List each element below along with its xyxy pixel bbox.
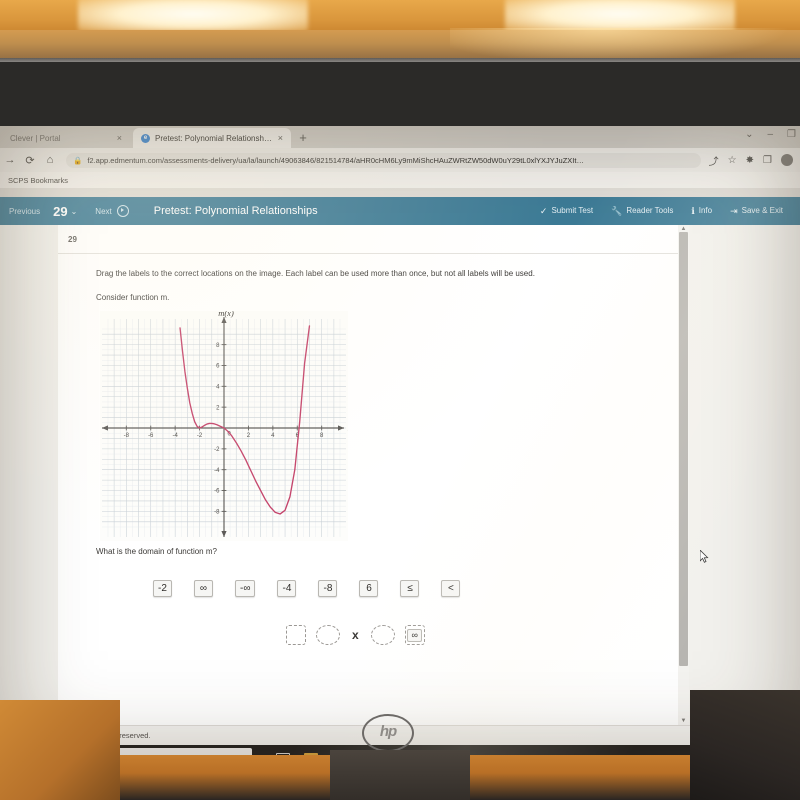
drop-zone-square[interactable] xyxy=(286,625,306,645)
scroll-down-arrow-icon[interactable]: ▼ xyxy=(679,717,688,725)
info-label: Info xyxy=(698,206,713,215)
screen: Clever | Portal × e Pretest: Polynomial … xyxy=(0,126,800,759)
desk-right xyxy=(690,690,800,800)
browser-tab-inactive[interactable]: Clever | Portal × xyxy=(2,128,130,148)
monitor: Clever | Portal × e Pretest: Polynomial … xyxy=(0,62,800,800)
drop-zone-square[interactable]: ∞ xyxy=(404,625,425,645)
drag-label-tile[interactable]: < xyxy=(441,580,461,597)
browser-tabstrip: Clever | Portal × e Pretest: Polynomial … xyxy=(0,126,800,148)
browser-tab-active[interactable]: e Pretest: Polynomial Relationships × xyxy=(133,128,291,148)
svg-text:-8: -8 xyxy=(214,510,220,516)
bookmarks-bar: SCPS Bookmarks xyxy=(0,172,800,188)
drag-label-tile[interactable]: -2 xyxy=(153,580,172,597)
vendor-logo: hp xyxy=(362,714,414,752)
url-text: f2.app.edmentum.com/assessments-delivery… xyxy=(87,155,584,165)
page-title: Pretest: Polynomial Relationships xyxy=(153,205,318,217)
bookmark-star-icon[interactable]: ☆ xyxy=(728,155,737,166)
drop-zone-row: x ∞ xyxy=(286,625,425,645)
page-gutter xyxy=(0,188,800,197)
svg-text:-6: -6 xyxy=(214,489,220,495)
tab-title: Pretest: Polynomial Relationships xyxy=(155,133,273,143)
nav-group: Previous 29 ⌄ Next xyxy=(0,204,129,219)
drag-label-tile[interactable]: -4 xyxy=(277,580,297,597)
question-instructions: Drag the labels to the correct locations… xyxy=(96,269,535,278)
save-and-exit-label: Save & Exit xyxy=(741,206,783,215)
drop-zone-circle[interactable] xyxy=(370,625,395,645)
side-panel-icon[interactable]: ❐ xyxy=(763,155,772,166)
lock-icon: 🔒 xyxy=(73,155,83,165)
check-circle-icon: ✓ xyxy=(539,206,548,216)
svg-text:-8: -8 xyxy=(124,433,130,439)
previous-button[interactable]: Previous xyxy=(0,207,49,216)
info-icon: ℹ xyxy=(691,206,695,216)
question-prompt: What is the domain of function m? xyxy=(96,547,217,556)
mouse-cursor-icon xyxy=(700,550,709,563)
extensions-icon[interactable]: ✸ xyxy=(746,155,754,166)
edmentum-favicon-icon: e xyxy=(141,133,150,143)
drop-zone-circle[interactable] xyxy=(316,625,340,645)
desk-left xyxy=(0,700,120,800)
maximize-icon[interactable]: ❐ xyxy=(787,129,796,140)
chevron-down-icon[interactable]: ⌄ xyxy=(68,207,80,216)
share-icon[interactable]: ⤴ xyxy=(709,153,719,168)
save-and-exit-button[interactable]: ⇥ Save & Exit xyxy=(721,197,792,225)
question-consider-text: Consider function m. xyxy=(96,293,170,302)
address-bar[interactable]: 🔒 f2.app.edmentum.com/assessments-delive… xyxy=(66,152,701,168)
question-number-display: 29 xyxy=(53,203,68,219)
exit-icon: ⇥ xyxy=(730,206,738,216)
info-button[interactable]: ℹ Info xyxy=(682,197,721,225)
question-content: 29 Drag the labels to the correct locati… xyxy=(58,225,678,725)
chevron-down-icon[interactable]: ⌄ xyxy=(745,129,753,140)
drag-label-tile[interactable]: -8 xyxy=(318,580,338,597)
svg-text:x: x xyxy=(347,424,348,433)
reader-tools-label: Reader Tools xyxy=(626,206,674,215)
submit-test-button[interactable]: ✓ Submit Test xyxy=(531,197,602,225)
svg-text:m(x): m(x) xyxy=(218,311,234,318)
next-arrow-icon[interactable] xyxy=(116,205,129,217)
bookmark-folder-scps[interactable]: SCPS Bookmarks xyxy=(8,176,68,185)
svg-text:-4: -4 xyxy=(214,468,220,474)
svg-text:-6: -6 xyxy=(148,433,154,439)
drag-label-tile[interactable]: 6 xyxy=(359,580,379,597)
graph-svg: -8-6-4-2024688642-2-4-6-8m(x)x xyxy=(100,308,352,541)
home-icon[interactable]: ⌂ xyxy=(40,154,60,166)
tab-title: Clever | Portal xyxy=(10,133,61,143)
question-badge: 29 xyxy=(68,235,77,244)
svg-text:-2: -2 xyxy=(197,433,203,439)
svg-text:-4: -4 xyxy=(172,433,178,439)
monitor-stand xyxy=(330,750,470,800)
drag-label-tile[interactable]: ≤ xyxy=(400,580,420,597)
drag-label-tile[interactable]: ∞ xyxy=(194,580,213,597)
close-icon[interactable]: × xyxy=(278,133,283,143)
browser-toolbar: → ⟳ ⌂ 🔒 f2.app.edmentum.com/assessments-… xyxy=(0,148,800,172)
variable-x-label: x xyxy=(352,628,359,642)
window-controls: ⌄ – ❐ xyxy=(745,129,796,140)
close-icon[interactable]: × xyxy=(117,133,122,143)
reload-icon[interactable]: ⟳ xyxy=(20,154,40,167)
ceiling-light-left xyxy=(78,0,308,32)
divider xyxy=(58,253,678,254)
function-graph: -8-6-4-2024688642-2-4-6-8m(x)x xyxy=(100,308,352,541)
svg-text:-2: -2 xyxy=(214,447,220,453)
scrollbar-thumb[interactable] xyxy=(679,232,688,666)
new-tab-button[interactable]: + xyxy=(295,130,311,146)
forward-icon[interactable]: → xyxy=(0,154,20,166)
header-actions: ✓ Submit Test 🔧 Reader Tools ℹ Info ⇥ Sa… xyxy=(531,197,800,225)
photo-scene: Clever | Portal × e Pretest: Polynomial … xyxy=(0,0,800,800)
next-button[interactable]: Next xyxy=(79,207,111,216)
avatar[interactable] xyxy=(781,154,793,166)
dropped-label[interactable]: ∞ xyxy=(407,628,423,642)
assessment-header: Previous 29 ⌄ Next Pretest: Polynomial R… xyxy=(0,197,800,225)
wrench-icon: 🔧 xyxy=(611,206,623,216)
drag-label-bank: -2 ∞ -∞ -4 -8 6 ≤ < xyxy=(153,580,461,597)
drag-label-tile[interactable]: -∞ xyxy=(235,580,256,597)
reader-tools-button[interactable]: 🔧 Reader Tools xyxy=(602,197,682,225)
toolbar-icons: ⤴ ☆ ✸ ❐ xyxy=(709,153,800,168)
minimize-icon[interactable]: – xyxy=(767,129,773,140)
submit-test-label: Submit Test xyxy=(551,206,594,215)
